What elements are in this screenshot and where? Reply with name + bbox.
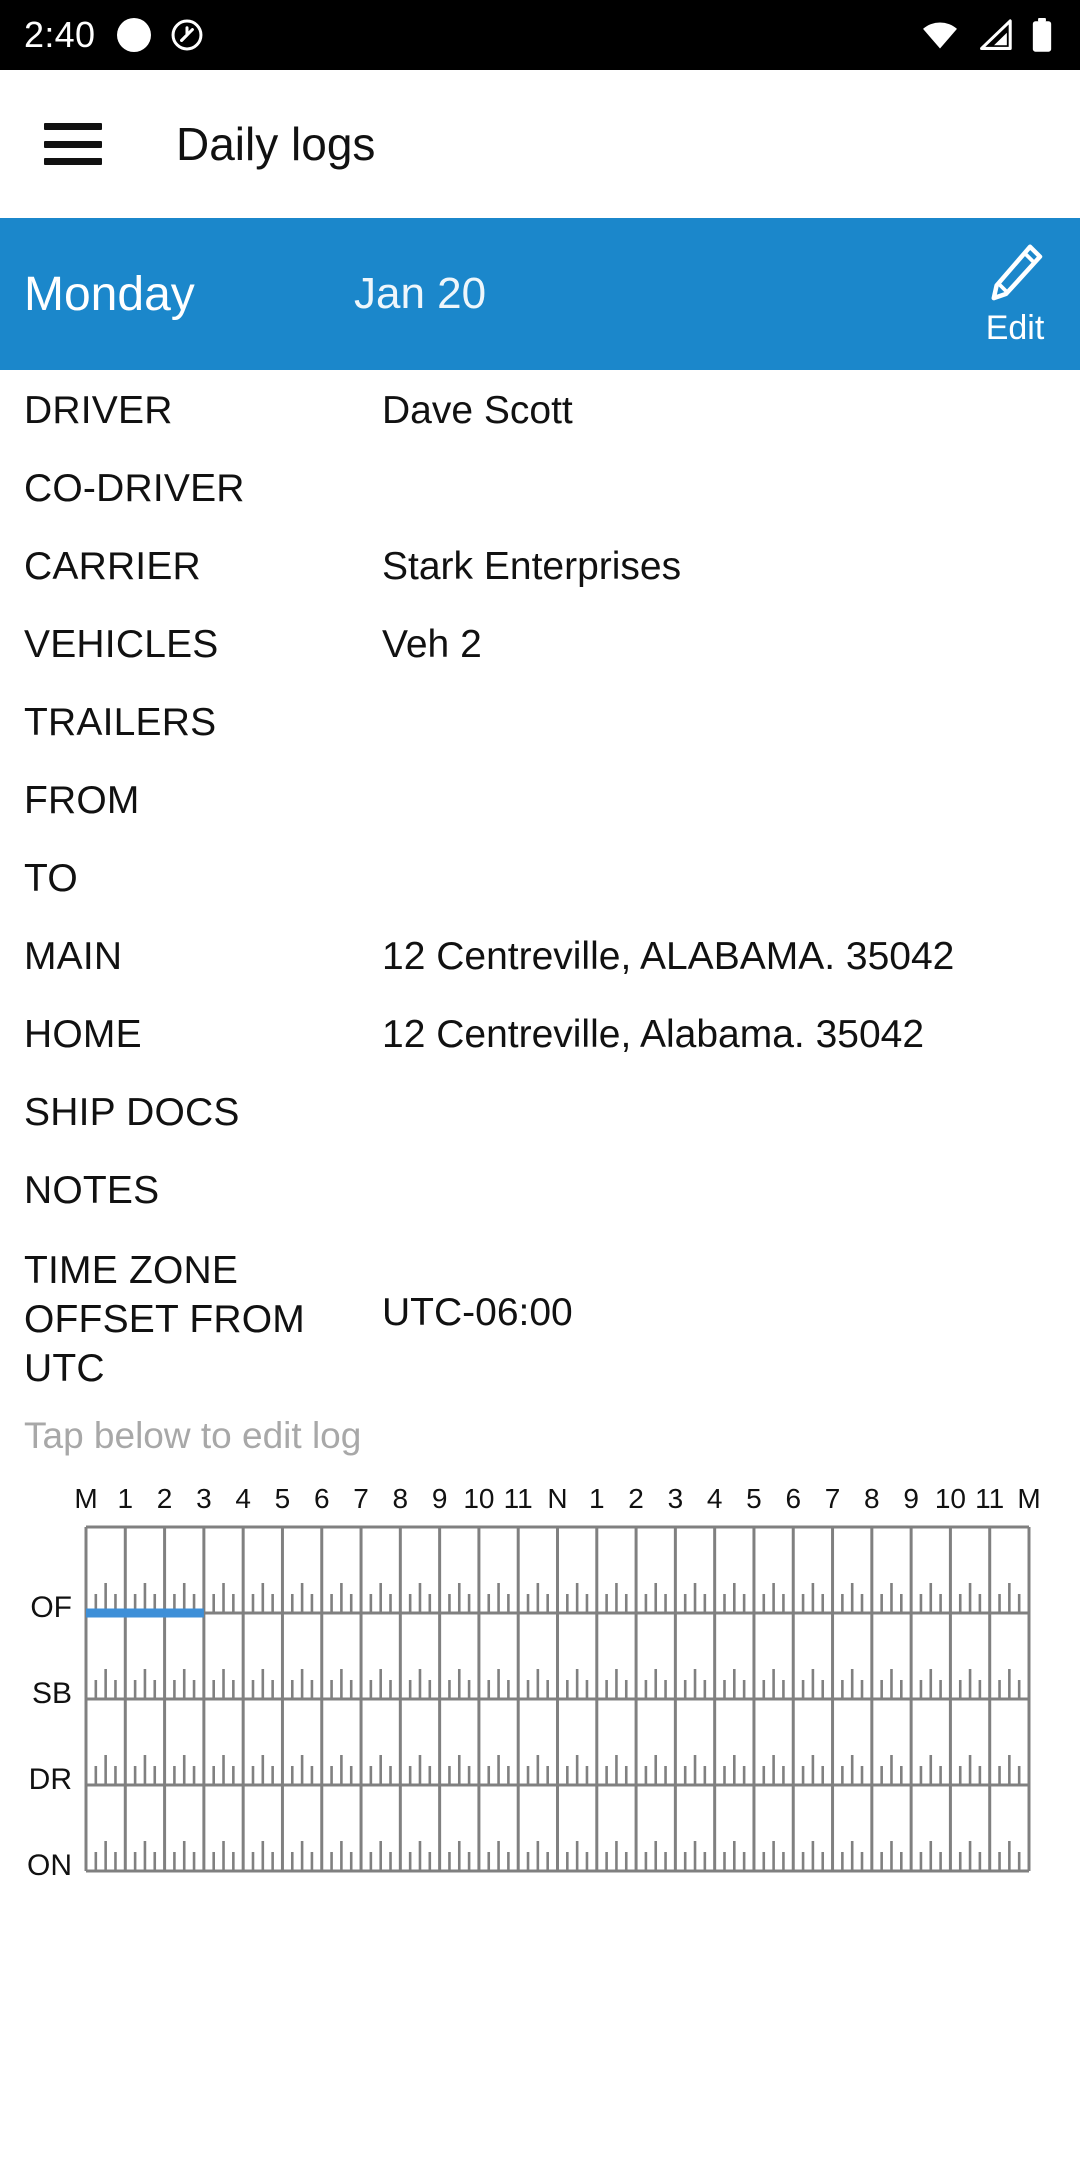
grid-hour-label: 7 [353,1483,369,1515]
info-label: SHIP DOCS [24,1091,240,1134]
info-value: Stark Enterprises [382,545,682,588]
grid-hour-label: M [1017,1483,1041,1515]
date-date-label: Jan 20 [354,269,487,318]
info-value: 12 Centreville, Alabama. 35042 [382,1013,925,1056]
pencil-edit-icon [991,244,1043,301]
battery-icon [1032,17,1052,52]
grid-hour-label: 6 [313,1483,330,1515]
edit-button-label: Edit [985,309,1045,347]
info-row-notes: NOTES [0,1168,1080,1246]
info-value: UTC-06:00 [382,1291,573,1334]
date-header-bar: Monday Jan 20 Edit [0,218,1080,370]
hamburger-bar [44,123,102,130]
grid-hour-label: 3 [196,1483,212,1515]
grid-hour-label: 8 [392,1483,409,1515]
info-label: MAIN [24,935,123,978]
log-info-list: DRIVER Dave Scott CO-DRIVER CARRIER Star… [0,370,1080,1393]
grid-hour-label: 2 [628,1483,644,1515]
info-row-home: HOME 12 Centreville, Alabama. 35042 [0,1012,1080,1090]
info-row-carrier: CARRIER Stark Enterprises [0,544,1080,622]
hamburger-menu-icon[interactable] [44,123,102,165]
edit-button[interactable]: Edit [974,218,1056,370]
grid-hour-labels: M 1 2 3 4 5 6 7 8 9 10 11 N 1 2 3 4 5 6 7 8 9 10 11 M [0,1483,1080,1523]
status-right-icons [920,17,1054,53]
cellular-signal-icon [980,19,1012,50]
app-bar: Daily logs [0,70,1080,218]
grid-hour-label: 10 [463,1483,495,1515]
duty-status-grid[interactable]: M 1 2 3 4 5 6 7 8 9 10 11 N 1 2 3 4 5 6 7 8 9 10 11 M OF SB DR ON [0,1483,1080,1903]
grid-hour-label: 9 [431,1483,448,1515]
grid-hour-label: 6 [785,1483,802,1515]
hamburger-bar [44,158,102,165]
status-bar: 2:40 [0,0,1080,70]
info-row-trailers: TRAILERS [0,700,1080,778]
info-row-to: TO [0,856,1080,934]
info-row-from: FROM [0,778,1080,856]
status-clock: 2:40 [24,14,96,55]
info-row-vehicles: VEHICLES Veh 2 [0,622,1080,700]
info-value: Dave Scott [382,389,573,432]
grid-hour-label: 11 [503,1483,533,1515]
grid-hour-label: 5 [746,1483,762,1515]
grid-hour-label: 8 [864,1483,880,1515]
hamburger-bar [44,140,102,148]
info-label: HOME [24,1013,142,1056]
grid-hour-label: 3 [667,1483,684,1515]
info-row-co-driver: CO-DRIVER [0,466,1080,544]
info-value: Veh 2 [382,623,482,666]
grid-hour-label: 10 [934,1483,966,1515]
circle-indicator-icon [117,18,152,52]
tap-hint-text: Tap below to edit log [24,1415,362,1457]
info-label: TO [24,857,78,900]
info-label: FROM [24,779,140,822]
info-label: TIME ZONE OFFSET FROM UTC [24,1249,305,1391]
info-label: CO-DRIVER [24,467,245,510]
info-label: TRAILERS [24,701,217,744]
info-label: VEHICLES [24,623,219,666]
info-row-main: MAIN 12 Centreville, ALABAMA. 35042 [0,934,1080,1012]
grid-hour-label: 11 [975,1483,1005,1515]
grid-hour-label: 4 [235,1483,251,1515]
grid-hour-label: 7 [824,1483,841,1515]
date-day-label: Monday [24,267,195,321]
grid-hour-label: 9 [903,1483,919,1515]
grid-hour-label: N [547,1483,568,1515]
grid-hour-label: 2 [156,1483,173,1515]
info-row-ship-docs: SHIP DOCS [0,1090,1080,1168]
status-left-icons [117,17,205,53]
info-row-time-zone-offset: TIME ZONE OFFSET FROM UTC UTC-06:00 [0,1246,1080,1393]
info-label: DRIVER [24,389,173,432]
grid-hour-label: 1 [117,1483,134,1515]
grid-hour-label: 4 [706,1483,723,1515]
do-not-disturb-icon [171,19,203,51]
info-row-driver: DRIVER Dave Scott [0,388,1080,466]
wifi-icon [923,22,957,49]
info-value: 12 Centreville, ALABAMA. 35042 [382,935,955,978]
page-title: Daily logs [176,118,376,170]
info-label: CARRIER [24,545,201,588]
grid-hour-label: 1 [588,1483,605,1515]
duty-grid-canvas[interactable] [0,1525,1080,1873]
grid-hour-label: M [74,1483,98,1515]
info-label: NOTES [24,1169,160,1212]
grid-hour-label: 5 [274,1483,291,1515]
